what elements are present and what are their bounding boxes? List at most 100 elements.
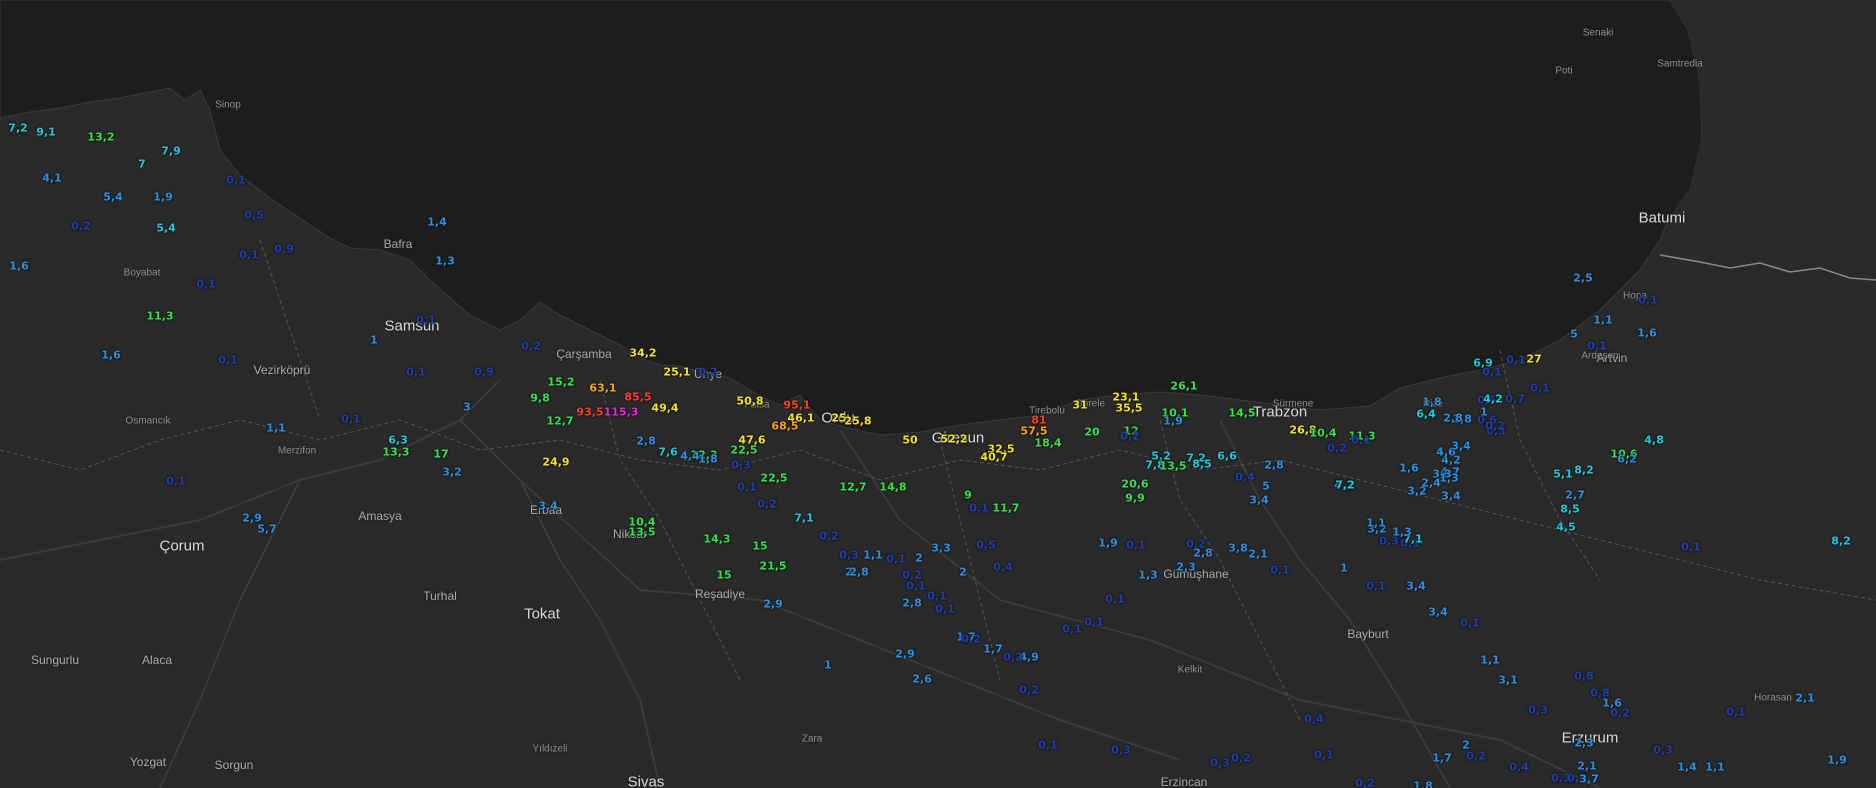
rain-value[interactable]: 0,1 [1062, 623, 1082, 636]
rain-value[interactable]: 1,7 [983, 643, 1003, 656]
rain-value[interactable]: 0,3 [839, 549, 859, 562]
rain-value[interactable]: 1,1 [863, 549, 883, 562]
rain-value[interactable]: 0,2 [1120, 430, 1140, 443]
rain-value[interactable]: 2,7 [1565, 489, 1585, 502]
rain-value[interactable]: 0,2 [521, 340, 541, 353]
rain-value[interactable]: 9,1 [36, 126, 56, 139]
rain-value[interactable]: 7,9 [161, 145, 181, 158]
rain-value[interactable]: 2,9 [895, 648, 915, 661]
rain-value[interactable]: 0,1 [1270, 564, 1290, 577]
rain-value[interactable]: 0,3 [1653, 744, 1673, 757]
rain-value[interactable]: 13,5 [628, 526, 655, 539]
rain-value[interactable]: 0,3 [1528, 704, 1548, 717]
rain-value[interactable]: 20,6 [1121, 478, 1148, 491]
rain-value[interactable]: 2,1 [1577, 760, 1597, 773]
rain-value[interactable]: 3,3 [931, 542, 951, 555]
rain-value[interactable]: 3,8 [1228, 542, 1248, 555]
rain-value[interactable]: 7,2 [1335, 479, 1355, 492]
rain-value[interactable]: 4,8 [1644, 434, 1664, 447]
rain-value[interactable]: 0,2 [1485, 420, 1505, 433]
rain-value[interactable]: 3,4 [538, 500, 558, 513]
rain-value[interactable]: 0,4 [1304, 713, 1324, 726]
rain-value[interactable]: 0,1 [1530, 382, 1550, 395]
rain-value[interactable]: 0,1 [1460, 617, 1480, 630]
rain-value[interactable]: 18,4 [1034, 437, 1061, 450]
rain-value[interactable]: 1,1 [1480, 654, 1500, 667]
rain-value[interactable]: 0,7 [1505, 393, 1525, 406]
rain-value[interactable]: 0,3 [1111, 744, 1131, 757]
rain-value[interactable]: 1,1 [1593, 314, 1613, 327]
rain-value[interactable]: 1,8 [698, 453, 718, 466]
rain-value[interactable]: 0,4 [1235, 471, 1255, 484]
rain-value[interactable]: 2,8 [1264, 459, 1284, 472]
rain-value[interactable]: 50,8 [736, 395, 763, 408]
rain-value[interactable]: 0,1 [1506, 354, 1526, 367]
rain-value[interactable]: 0,1 [1638, 294, 1658, 307]
rain-value[interactable]: 2 [915, 552, 923, 565]
rain-value[interactable]: 1 [370, 334, 378, 347]
rain-value[interactable]: 1,3 [1439, 472, 1459, 485]
rain-value[interactable]: 1 [1340, 562, 1348, 575]
rain-value[interactable]: 2,8 [1443, 412, 1463, 425]
rain-value[interactable]: 3,7 [1579, 773, 1599, 786]
rain-value[interactable]: 2,1 [1248, 548, 1268, 561]
rain-value[interactable]: 0,4 [993, 561, 1013, 574]
rain-value[interactable]: 0,1 [1038, 739, 1058, 752]
rain-value[interactable]: 0,5 [244, 209, 264, 222]
rain-value[interactable]: 8,5 [1560, 503, 1580, 516]
rain-value[interactable]: 1,1 [266, 422, 286, 435]
rain-value[interactable]: 0,2 [1355, 777, 1375, 788]
rain-value[interactable]: 0,2 [1466, 750, 1486, 763]
rain-value[interactable]: 7,1 [794, 512, 814, 525]
rain-value[interactable]: 81 [1031, 414, 1046, 427]
rain-value[interactable]: 9 [964, 489, 972, 502]
rain-value[interactable]: 0,2 [1327, 442, 1347, 455]
rain-value[interactable]: 1,3 [435, 255, 455, 268]
rain-value[interactable]: 21,5 [759, 560, 786, 573]
rain-value[interactable]: 4,1 [42, 172, 62, 185]
rain-value[interactable]: 0,1 [196, 278, 216, 291]
rain-value[interactable]: 0,8 [1590, 687, 1610, 700]
rain-value[interactable]: 0,1 [1351, 434, 1371, 447]
rain-value[interactable]: 0,2 [757, 498, 777, 511]
rain-value[interactable]: 24,9 [542, 456, 569, 469]
rain-value[interactable]: 0,1 [886, 553, 906, 566]
rain-value[interactable]: 3,2 [442, 466, 462, 479]
rain-value[interactable]: 0,1 [1587, 340, 1607, 353]
rain-value[interactable]: 0,9 [274, 243, 294, 256]
rain-value[interactable]: 8,5 [1192, 458, 1212, 471]
rain-value[interactable]: 0,1 [341, 413, 361, 426]
rain-value[interactable]: 31 [1072, 399, 1087, 412]
rain-value[interactable]: 15 [752, 540, 767, 553]
rain-value[interactable]: 22,5 [730, 444, 757, 457]
rain-value[interactable]: 1,4 [1677, 761, 1697, 774]
rain-value[interactable]: 1,9 [1098, 537, 1118, 550]
rain-value[interactable]: 0,1 [1726, 706, 1746, 719]
rain-value[interactable]: 3,4 [1441, 490, 1461, 503]
rain-value[interactable]: 0,1 [1366, 580, 1386, 593]
rain-value[interactable]: 3 [463, 401, 471, 414]
rain-value[interactable]: 0,1 [416, 314, 436, 327]
rain-value[interactable]: 12,7 [546, 415, 573, 428]
rain-value[interactable]: 0,1 [406, 366, 426, 379]
rain-value[interactable]: 1,8 [1413, 780, 1433, 788]
rain-value[interactable]: 2,3 [1574, 737, 1594, 750]
rain-value[interactable]: 0,1 [1105, 593, 1125, 606]
rain-value[interactable]: 5,4 [103, 191, 123, 204]
rain-value[interactable]: 0,1 [1126, 539, 1146, 552]
rain-value[interactable]: 1,7 [1432, 752, 1452, 765]
rain-value[interactable]: 0,2 [698, 366, 718, 379]
rain-value[interactable]: 0,1 [166, 475, 186, 488]
rain-value[interactable]: 50 [902, 434, 917, 447]
rain-value[interactable]: 52,2 [940, 433, 967, 446]
rain-value[interactable]: 5,1 [1553, 468, 1573, 481]
rain-value[interactable]: 0,1 [737, 481, 757, 494]
rain-value[interactable]: 0,1 [226, 174, 246, 187]
rain-value[interactable]: 1,6 [1637, 327, 1657, 340]
rain-value[interactable]: 12,7 [839, 481, 866, 494]
rain-value[interactable]: 0,2 [961, 633, 981, 646]
rain-value[interactable]: 2,9 [763, 598, 783, 611]
rain-value[interactable]: 1,6 [101, 349, 121, 362]
rain-value[interactable]: 1,9 [1163, 415, 1183, 428]
rain-value[interactable]: 2,8 [1193, 547, 1213, 560]
